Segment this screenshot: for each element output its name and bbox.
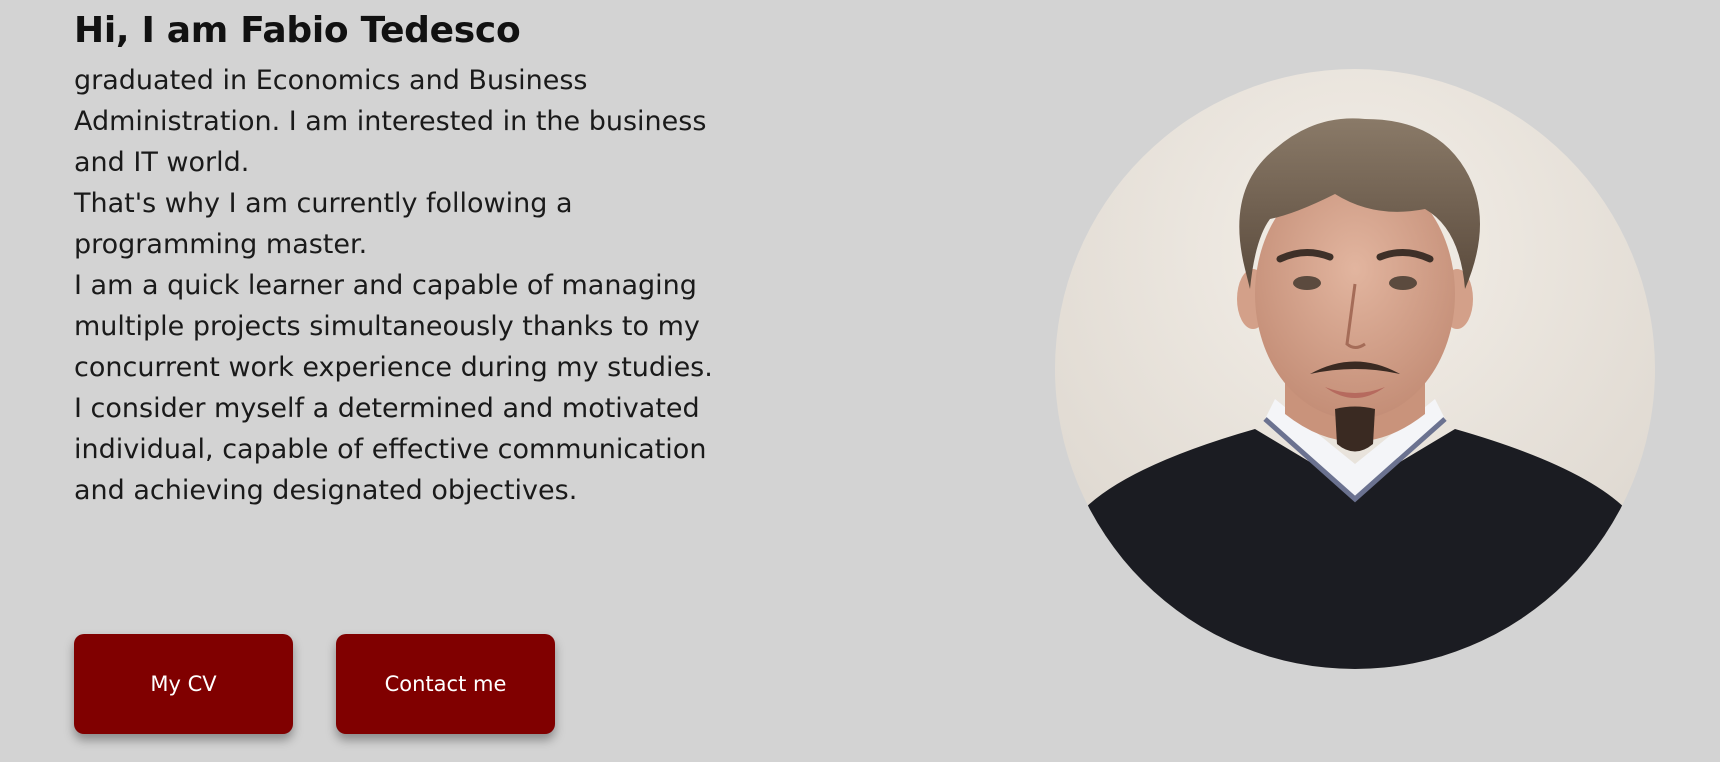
profile-photo [1055,69,1655,669]
bio-paragraph-skills: I am a quick learner and capable of mana… [74,270,713,383]
my-cv-button[interactable]: My CV [74,634,293,734]
bio-paragraph-master: That's why I am currently following a pr… [74,188,573,260]
contact-me-button[interactable]: Contact me [336,634,555,734]
page-title: Hi, I am Fabio Tedesco [74,10,521,51]
intro-section: Hi, I am Fabio Tedesco graduated in Econ… [74,8,714,511]
bio-paragraph-personality: I consider myself a determined and motiv… [74,393,707,506]
action-buttons: My CV Contact me [74,634,555,734]
bio-text: graduated in Economics and Business Admi… [74,60,714,511]
bio-paragraph-education: graduated in Economics and Business Admi… [74,65,707,178]
